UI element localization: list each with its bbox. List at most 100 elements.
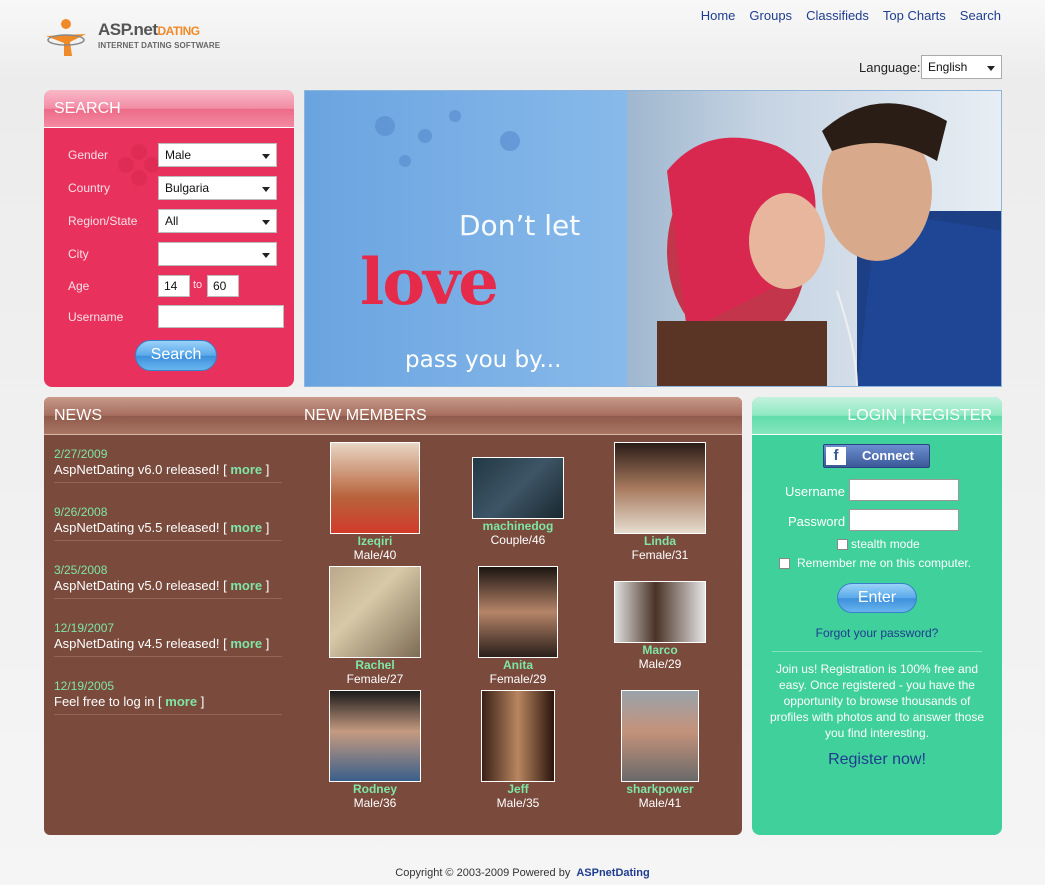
member-photo[interactable] — [330, 442, 420, 534]
new-members-title: NEW MEMBERS — [304, 407, 427, 424]
news-header: NEWS NEW MEMBERS — [44, 397, 742, 435]
member-card[interactable]: Marco Male/29 — [600, 581, 720, 671]
join-text: Join us! Registration is 100% free and e… — [769, 662, 985, 740]
member-card[interactable]: Jeff Male/35 — [458, 690, 578, 810]
member-name[interactable]: Izeqiri — [315, 534, 435, 548]
username-input[interactable] — [158, 305, 284, 328]
nav-groups[interactable]: Groups — [742, 8, 799, 23]
member-photo[interactable] — [621, 690, 699, 782]
more-link[interactable]: more — [165, 694, 197, 709]
banner-love: love — [360, 245, 499, 320]
member-card[interactable]: Anita Female/29 — [458, 566, 578, 686]
connect-label: Connect — [862, 448, 914, 463]
chevron-down-icon — [262, 154, 270, 159]
more-link[interactable]: more — [230, 578, 262, 593]
member-name[interactable]: Anita — [458, 658, 578, 672]
remember-checkbox[interactable] — [779, 558, 790, 569]
member-info: Male/35 — [496, 796, 540, 810]
forgot-password-link[interactable]: Forgot your password? — [752, 626, 1002, 640]
member-name[interactable]: Linda — [600, 534, 720, 548]
more-link[interactable]: more — [230, 462, 262, 477]
chevron-down-icon — [262, 187, 270, 192]
login-username-label: Username — [785, 484, 845, 499]
login-username-input[interactable] — [849, 479, 959, 501]
member-info: Male/41 — [638, 796, 682, 810]
top-nav: Home Groups Classifieds Top Charts Searc… — [694, 8, 1001, 23]
more-link[interactable]: more — [230, 636, 262, 651]
member-name[interactable]: Rodney — [315, 782, 435, 796]
city-select[interactable] — [158, 242, 277, 266]
news-text: AspNetDating v6.0 released! [ more ] — [54, 462, 270, 477]
member-photo[interactable] — [614, 442, 706, 534]
nav-top-charts[interactable]: Top Charts — [876, 8, 953, 23]
login-header: LOGIN | REGISTER — [752, 397, 1002, 435]
region-select[interactable]: All — [158, 209, 277, 233]
stealth-checkbox[interactable] — [837, 539, 848, 550]
member-photo[interactable] — [329, 566, 421, 658]
language-select[interactable]: English — [921, 55, 1002, 79]
facebook-connect-button[interactable]: f Connect — [823, 444, 930, 468]
banner-line1: Don’t let — [459, 209, 581, 242]
nav-search[interactable]: Search — [953, 8, 1001, 23]
nav-classifieds[interactable]: Classifieds — [799, 8, 876, 23]
enter-button[interactable]: Enter — [837, 583, 917, 613]
chevron-down-icon — [987, 66, 995, 71]
couple-photo — [627, 91, 1001, 386]
age-from-input[interactable]: 14 — [158, 275, 190, 297]
member-photo[interactable] — [614, 581, 706, 643]
member-card[interactable]: machinedog Couple/46 — [458, 457, 578, 547]
member-name[interactable]: Jeff — [458, 782, 578, 796]
member-card[interactable]: Rodney Male/36 — [315, 690, 435, 810]
footer-brand-link[interactable]: ASPnetDating — [576, 867, 649, 879]
flowers-decoration-icon — [375, 110, 520, 167]
country-select[interactable]: Bulgaria — [158, 176, 277, 200]
age-to-label: to — [193, 279, 203, 291]
copyright-text: Copyright © 2003-2009 Powered by — [395, 867, 571, 879]
search-button[interactable]: Search — [135, 340, 217, 371]
member-photo[interactable] — [329, 690, 421, 782]
news-date: 2/27/2009 — [54, 447, 108, 461]
member-info: Female/29 — [489, 672, 547, 686]
news-item: 9/26/2008 AspNetDating v5.5 released! [ … — [54, 504, 282, 541]
member-card[interactable]: Linda Female/31 — [600, 442, 720, 562]
age-to-input[interactable]: 60 — [207, 275, 239, 297]
username-label: Username — [68, 310, 124, 324]
logo-title: ASP.netDATING — [98, 20, 200, 39]
member-card[interactable]: sharkpower Male/41 — [600, 690, 720, 810]
gender-select[interactable]: Male — [158, 143, 277, 167]
logo-subtitle: INTERNET DATING SOFTWARE — [98, 41, 221, 50]
member-photo[interactable] — [472, 457, 564, 519]
country-label: Country — [68, 181, 111, 195]
member-name[interactable]: Rachel — [315, 658, 435, 672]
member-info: Male/36 — [353, 796, 397, 810]
login-title[interactable]: LOGIN | REGISTER — [847, 407, 992, 425]
divider — [772, 651, 982, 652]
member-name[interactable]: sharkpower — [600, 782, 720, 796]
member-card[interactable]: Rachel Female/27 — [315, 566, 435, 686]
nav-home[interactable]: Home — [694, 8, 743, 23]
news-date: 3/25/2008 — [54, 563, 108, 577]
region-label: Region/State — [68, 214, 138, 228]
register-link[interactable]: Register now! — [752, 751, 1002, 769]
login-panel: LOGIN | REGISTER f Connect Username Pass… — [752, 397, 1002, 835]
banner: Don’t let love pass you by... — [304, 90, 1002, 387]
age-label: Age — [68, 279, 90, 293]
news-text: AspNetDating v5.5 released! [ more ] — [54, 520, 270, 535]
member-card[interactable]: Izeqiri Male/40 — [315, 442, 435, 562]
flower-decoration-icon — [118, 144, 160, 186]
news-title: NEWS — [54, 407, 102, 424]
news-date: 12/19/2005 — [54, 679, 115, 693]
member-photo[interactable] — [481, 690, 555, 782]
member-photo[interactable] — [478, 566, 558, 658]
login-password-input[interactable] — [849, 509, 959, 531]
news-item: 12/19/2007 AspNetDating v4.5 released! [… — [54, 620, 282, 657]
footer: Copyright © 2003-2009 Powered by ASPnetDa… — [0, 867, 1045, 879]
language-value: English — [928, 60, 968, 74]
member-info: Female/27 — [346, 672, 404, 686]
member-name[interactable]: machinedog — [458, 519, 578, 533]
member-name[interactable]: Marco — [600, 643, 720, 657]
member-info: Couple/46 — [490, 533, 546, 547]
chevron-down-icon — [262, 253, 270, 258]
banner-line3: pass you by... — [405, 347, 562, 373]
more-link[interactable]: more — [230, 520, 262, 535]
